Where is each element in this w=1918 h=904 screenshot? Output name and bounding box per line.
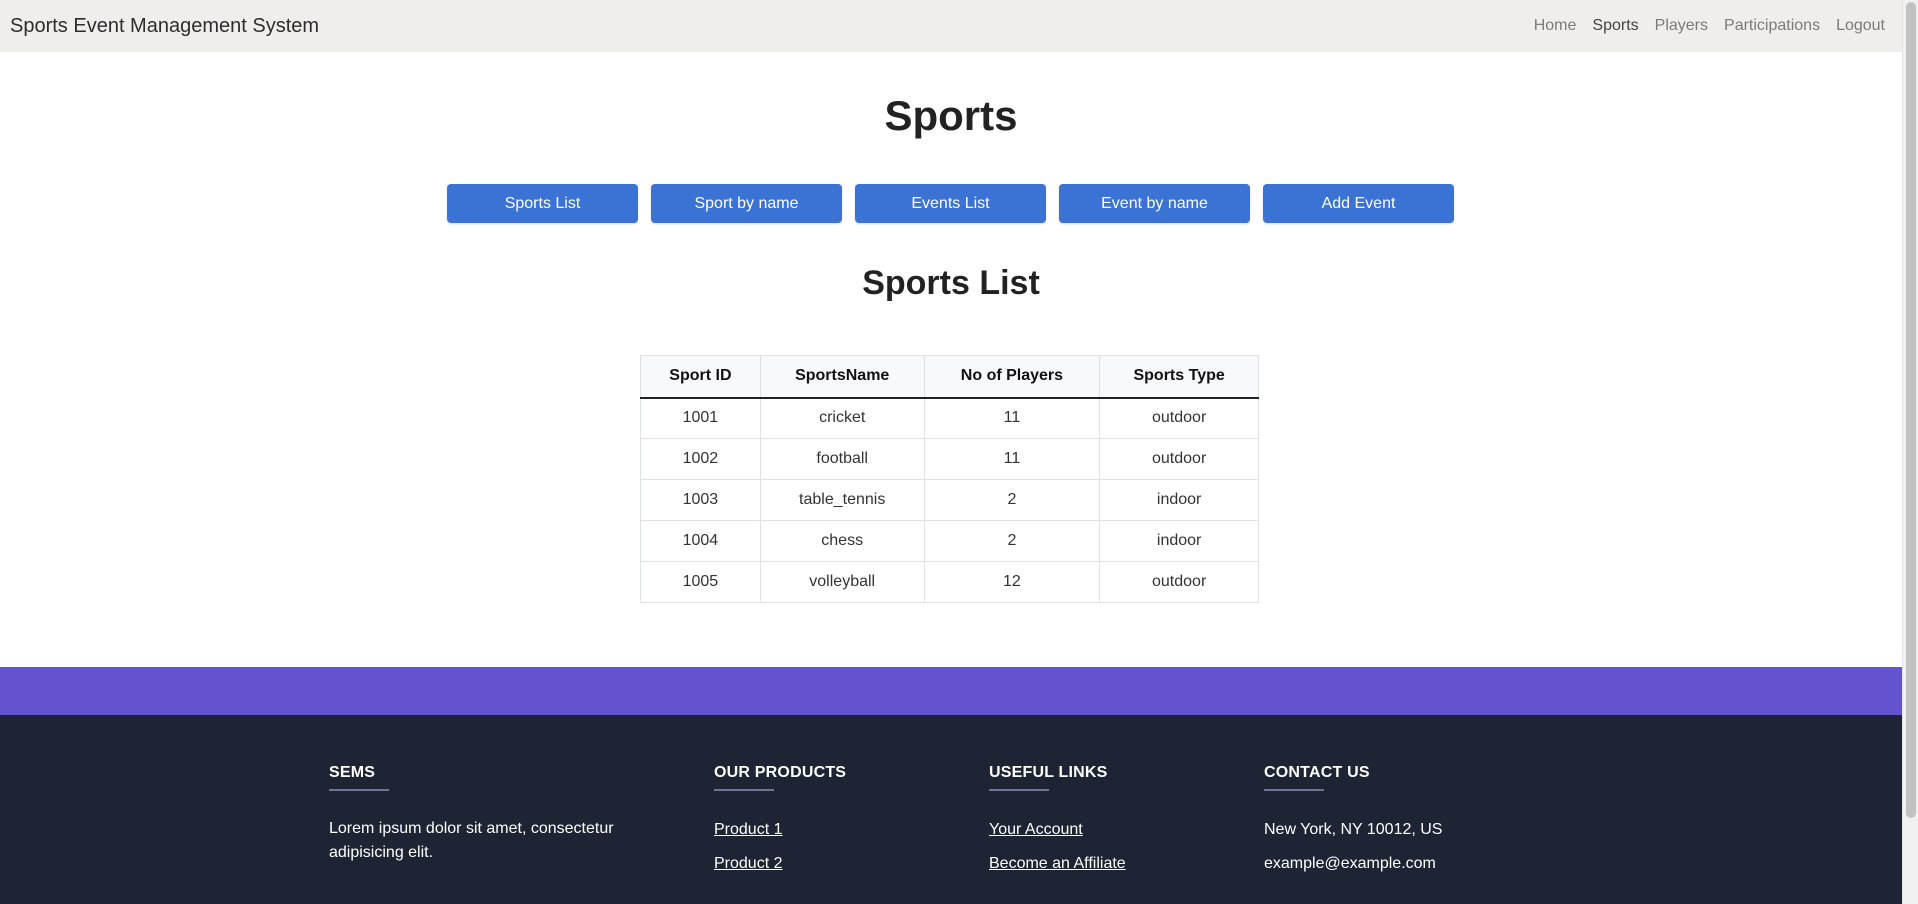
footer-link-product-1[interactable]: Product 1 (714, 821, 954, 839)
page-title: Sports (884, 92, 1018, 139)
contact-info: New York, NY 10012, US example@example.c… (1264, 821, 1564, 873)
footer: SEMS Lorem ipsum dolor sit amet, consect… (0, 715, 1902, 904)
footer-description: Lorem ipsum dolor sit amet, consectetur … (329, 820, 614, 861)
footer-heading-underline (714, 789, 774, 791)
contact-email: example@example.com (1264, 855, 1436, 872)
sport-by-name-button[interactable]: Sport by name (651, 184, 842, 223)
footer-heading-underline (329, 789, 389, 791)
footer-link-become-affiliate[interactable]: Become an Affiliate (989, 855, 1229, 873)
footer-link-product-2[interactable]: Product 2 (714, 855, 954, 873)
cell-no-of-players: 2 (923, 520, 1101, 562)
sports-table: Sport ID SportsName No of Players Sports… (640, 355, 1259, 603)
cell-sport-id: 1001 (640, 397, 761, 439)
column-header-sports-type: Sports Type (1099, 355, 1259, 399)
column-header-no-of-players: No of Players (923, 355, 1101, 399)
column-header-sports-name: SportsName (759, 355, 925, 399)
section-title: Sports List (862, 264, 1040, 302)
table-row: 1002 football 11 outdoor (640, 438, 1259, 480)
cell-sports-name: cricket (759, 397, 925, 439)
nav-link-sports[interactable]: Sports (1592, 17, 1638, 35)
footer-column-products: OUR PRODUCTS Product 1 Product 2 (714, 764, 954, 873)
cell-sports-type: indoor (1099, 520, 1259, 562)
cell-sport-id: 1005 (640, 561, 761, 603)
useful-links: Your Account Become an Affiliate (989, 821, 1229, 873)
cell-sport-id: 1002 (640, 438, 761, 480)
cell-sports-type: outdoor (1099, 397, 1259, 439)
nav-link-home[interactable]: Home (1534, 17, 1577, 35)
footer-heading-underline (1264, 789, 1324, 791)
cell-no-of-players: 2 (923, 479, 1101, 521)
add-event-button[interactable]: Add Event (1263, 184, 1454, 223)
cell-sports-type: outdoor (1099, 561, 1259, 603)
cell-sport-id: 1004 (640, 520, 761, 562)
top-navbar: Sports Event Management System Home Spor… (0, 0, 1902, 52)
brand-title[interactable]: Sports Event Management System (10, 15, 319, 38)
cell-no-of-players: 11 (923, 438, 1101, 480)
footer-heading-sems: SEMS (329, 764, 376, 781)
action-buttons: Sports List Sport by name Events List Ev… (447, 184, 1454, 223)
nav-link-logout[interactable]: Logout (1836, 17, 1885, 35)
cell-sport-id: 1003 (640, 479, 761, 521)
footer-column-useful-links: USEFUL LINKS Your Account Become an Affi… (989, 764, 1229, 873)
cell-sports-name: chess (759, 520, 925, 562)
cell-sports-name: table_tennis (759, 479, 925, 521)
cell-sports-type: outdoor (1099, 438, 1259, 480)
cell-no-of-players: 11 (923, 397, 1101, 439)
table-row: 1005 volleyball 12 outdoor (640, 561, 1259, 603)
table-header-row: Sport ID SportsName No of Players Sports… (640, 355, 1259, 399)
sports-list-button[interactable]: Sports List (447, 184, 638, 223)
product-links: Product 1 Product 2 (714, 821, 954, 873)
footer-heading-products: OUR PRODUCTS (714, 764, 847, 781)
table-row: 1001 cricket 11 outdoor (640, 397, 1259, 439)
column-header-sport-id: Sport ID (640, 355, 761, 399)
footer-link-your-account[interactable]: Your Account (989, 821, 1229, 839)
event-by-name-button[interactable]: Event by name (1059, 184, 1250, 223)
vertical-scrollbar[interactable] (1902, 0, 1918, 904)
footer-column-contact: CONTACT US New York, NY 10012, US exampl… (1264, 764, 1564, 873)
footer-heading-contact: CONTACT US (1264, 764, 1370, 781)
events-list-button[interactable]: Events List (855, 184, 1046, 223)
footer-accent-band (0, 667, 1902, 715)
nav-links: Home Sports Players Participations Logou… (1534, 17, 1885, 35)
table-row: 1003 table_tennis 2 indoor (640, 479, 1259, 521)
table-row: 1004 chess 2 indoor (640, 520, 1259, 562)
cell-sports-name: football (759, 438, 925, 480)
scrollbar-thumb[interactable] (1906, 2, 1916, 818)
footer-column-sems: SEMS Lorem ipsum dolor sit amet, consect… (329, 764, 659, 865)
footer-heading-useful-links: USEFUL LINKS (989, 764, 1108, 781)
cell-sports-type: indoor (1099, 479, 1259, 521)
contact-address: New York, NY 10012, US (1264, 821, 1443, 838)
nav-link-players[interactable]: Players (1655, 17, 1708, 35)
footer-heading-underline (989, 789, 1049, 791)
cell-no-of-players: 12 (923, 561, 1101, 603)
nav-link-participations[interactable]: Participations (1724, 17, 1820, 35)
cell-sports-name: volleyball (759, 561, 925, 603)
